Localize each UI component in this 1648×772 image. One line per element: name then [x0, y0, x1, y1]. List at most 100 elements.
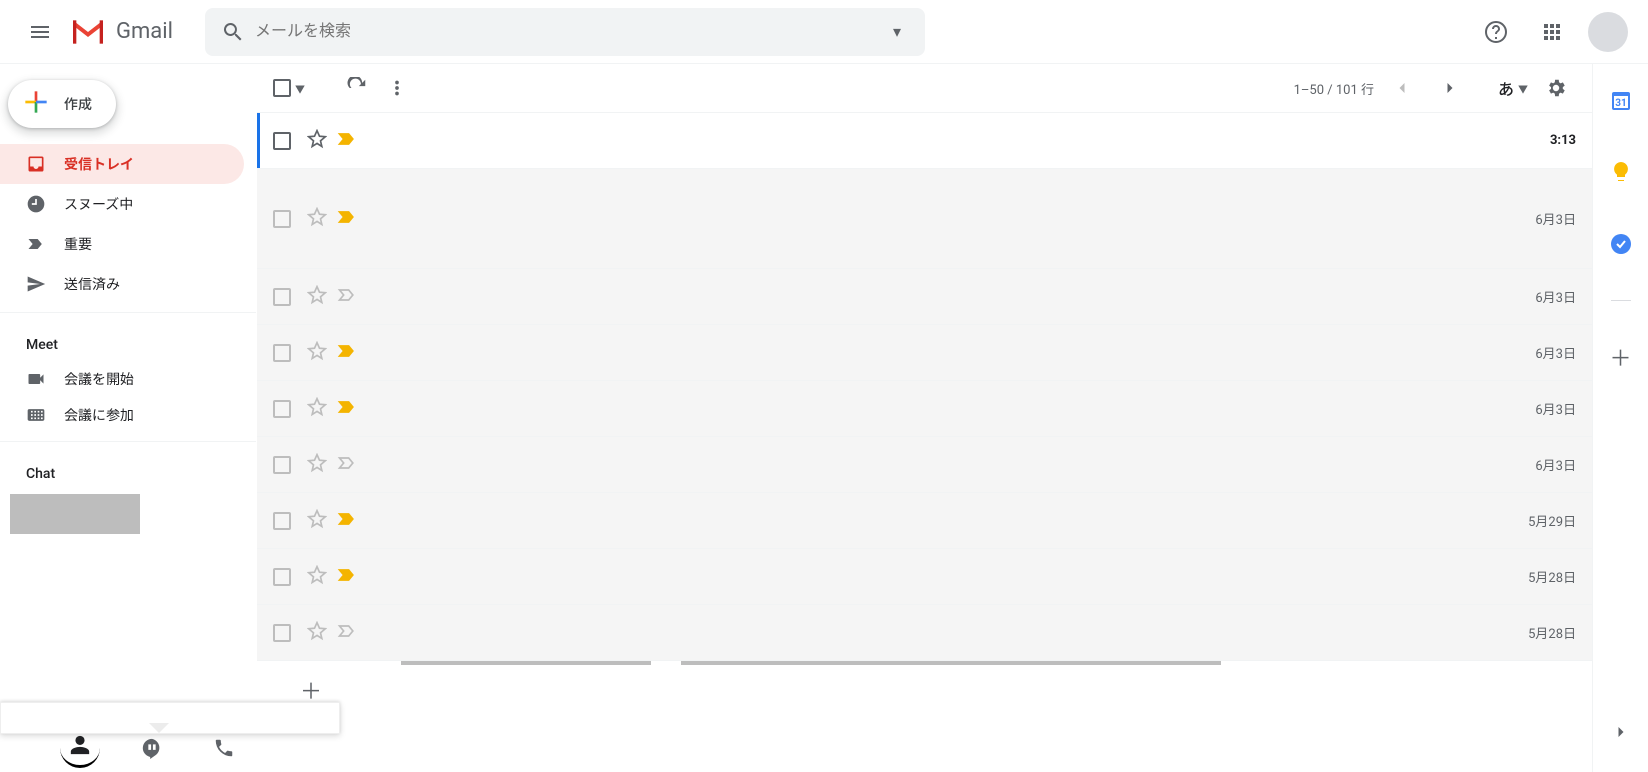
sidebar-item-inbox[interactable]: 受信トレイ [0, 144, 244, 184]
get-addons-button[interactable]: ＋ [1597, 333, 1645, 381]
star-icon[interactable] [307, 565, 327, 589]
star-icon[interactable] [307, 509, 327, 533]
row-checkbox[interactable] [273, 210, 291, 228]
meet-start-button[interactable]: 会議を開始 [0, 361, 256, 397]
apps-button[interactable] [1528, 8, 1576, 56]
input-tools-button[interactable]: あ ▼ [1498, 76, 1528, 100]
more-button[interactable] [377, 68, 417, 108]
important-marker-icon[interactable] [337, 341, 357, 365]
message-row[interactable]: 6月3日 [257, 325, 1592, 381]
important-marker-icon[interactable] [337, 509, 357, 533]
calendar-addon[interactable]: 31 [1597, 76, 1645, 124]
refresh-button[interactable] [337, 68, 377, 108]
help-button[interactable] [1472, 8, 1520, 56]
chat-user-entry[interactable] [10, 494, 140, 534]
message-row[interactable]: 3:13 [257, 113, 1592, 169]
message-row[interactable]: 5月28日 [257, 549, 1592, 605]
contacts-tab[interactable] [60, 728, 100, 768]
sidebar-item-snoozed[interactable]: スヌーズ中 [0, 184, 244, 224]
star-icon[interactable] [307, 621, 327, 645]
message-row[interactable]: 6月3日 [257, 169, 1592, 269]
nav-sidebar: 作成 受信トレイ スヌーズ中 重要 送信済み Meet 会議を開始 会議に参加 [0, 64, 256, 772]
calls-tab[interactable] [204, 728, 244, 768]
row-checkbox[interactable] [273, 400, 291, 418]
star-icon[interactable] [307, 453, 327, 477]
row-date: 5月28日 [1528, 567, 1576, 586]
sidebar-label: 受信トレイ [64, 154, 134, 174]
gmail-logo-icon [68, 12, 108, 52]
chat-footer-tabs [60, 724, 244, 772]
gear-icon [1545, 77, 1567, 99]
message-list: スレッドリストに戻った 3:136月3日6月3日6月3日6月3日6月3日5月29… [257, 112, 1592, 772]
sidebar-divider [0, 312, 256, 313]
phone-icon [213, 737, 235, 759]
chevron-down-icon: ▼ [1518, 81, 1528, 96]
chevron-right-icon [1440, 78, 1460, 98]
important-marker-icon[interactable] [337, 397, 357, 421]
important-marker-icon[interactable] [337, 285, 357, 309]
compose-label: 作成 [64, 94, 92, 114]
row-date: 6月3日 [1535, 287, 1576, 306]
star-icon[interactable] [307, 207, 327, 231]
more-vert-icon [386, 77, 408, 99]
message-row[interactable]: 6月3日 [257, 269, 1592, 325]
sidebar-item-sent[interactable]: 送信済み [0, 264, 244, 304]
keep-addon[interactable] [1597, 148, 1645, 196]
row-date: 5月28日 [1528, 623, 1576, 642]
meet-join-button[interactable]: 会議に参加 [0, 397, 256, 433]
pagination-text: 1–50 / 101 行 [1294, 79, 1374, 98]
sidebar-item-important[interactable]: 重要 [0, 224, 244, 264]
search-input[interactable] [253, 22, 877, 42]
important-marker-icon[interactable] [337, 565, 357, 589]
row-checkbox[interactable] [273, 288, 291, 306]
row-checkbox[interactable] [273, 512, 291, 530]
hangouts-tab[interactable] [132, 728, 172, 768]
gmail-logo[interactable]: Gmail [68, 12, 173, 52]
panel-divider [1611, 300, 1631, 301]
compose-button[interactable]: 作成 [8, 80, 116, 128]
message-row[interactable]: 5月29日 [257, 493, 1592, 549]
sidebar-label: スヌーズ中 [64, 194, 133, 214]
star-icon[interactable] [307, 397, 327, 421]
chevron-down-icon: ▼ [295, 81, 305, 96]
star-icon[interactable] [307, 341, 327, 365]
account-avatar[interactable] [1588, 12, 1628, 52]
hangouts-icon [141, 737, 163, 759]
message-row[interactable]: 5月28日 [257, 605, 1592, 661]
sidebar-label: 重要 [64, 234, 92, 254]
row-checkbox[interactable] [273, 344, 291, 362]
calendar-icon: 31 [1609, 88, 1633, 112]
message-row[interactable]: 6月3日 [257, 381, 1592, 437]
row-date: 5月29日 [1528, 511, 1576, 530]
keep-icon [1609, 160, 1633, 184]
star-icon[interactable] [307, 129, 327, 153]
prev-page-button[interactable] [1382, 68, 1422, 108]
gmail-logo-text: Gmail [116, 19, 173, 44]
row-checkbox[interactable] [273, 624, 291, 642]
search-bar[interactable]: ▾ [205, 8, 925, 56]
meet-section-title: Meet [0, 321, 256, 361]
advanced-search-icon[interactable]: ▾ [877, 22, 917, 41]
settings-button[interactable] [1536, 68, 1576, 108]
important-marker-icon[interactable] [337, 207, 357, 231]
next-page-button[interactable] [1430, 68, 1470, 108]
important-marker-icon[interactable] [337, 621, 357, 645]
important-marker-icon[interactable] [337, 453, 357, 477]
send-icon [26, 274, 46, 294]
hide-panel-button[interactable] [1597, 708, 1645, 756]
tasks-addon[interactable] [1597, 220, 1645, 268]
row-date: 3:13 [1550, 133, 1576, 148]
person-icon [69, 734, 91, 756]
video-icon [26, 369, 46, 389]
important-marker-icon[interactable] [337, 129, 357, 153]
select-all-checkbox[interactable]: ▼ [273, 79, 305, 97]
message-main: ▼ 1–50 / 101 行 あ ▼ スレッドリストに戻っ [256, 64, 1592, 772]
star-icon[interactable] [307, 285, 327, 309]
row-checkbox[interactable] [273, 456, 291, 474]
search-icon[interactable] [213, 20, 253, 44]
message-row[interactable]: 6月3日 [257, 437, 1592, 493]
main-menu-button[interactable] [16, 8, 64, 56]
row-checkbox[interactable] [273, 568, 291, 586]
row-checkbox[interactable] [273, 132, 291, 150]
sidebar-divider [0, 441, 256, 442]
